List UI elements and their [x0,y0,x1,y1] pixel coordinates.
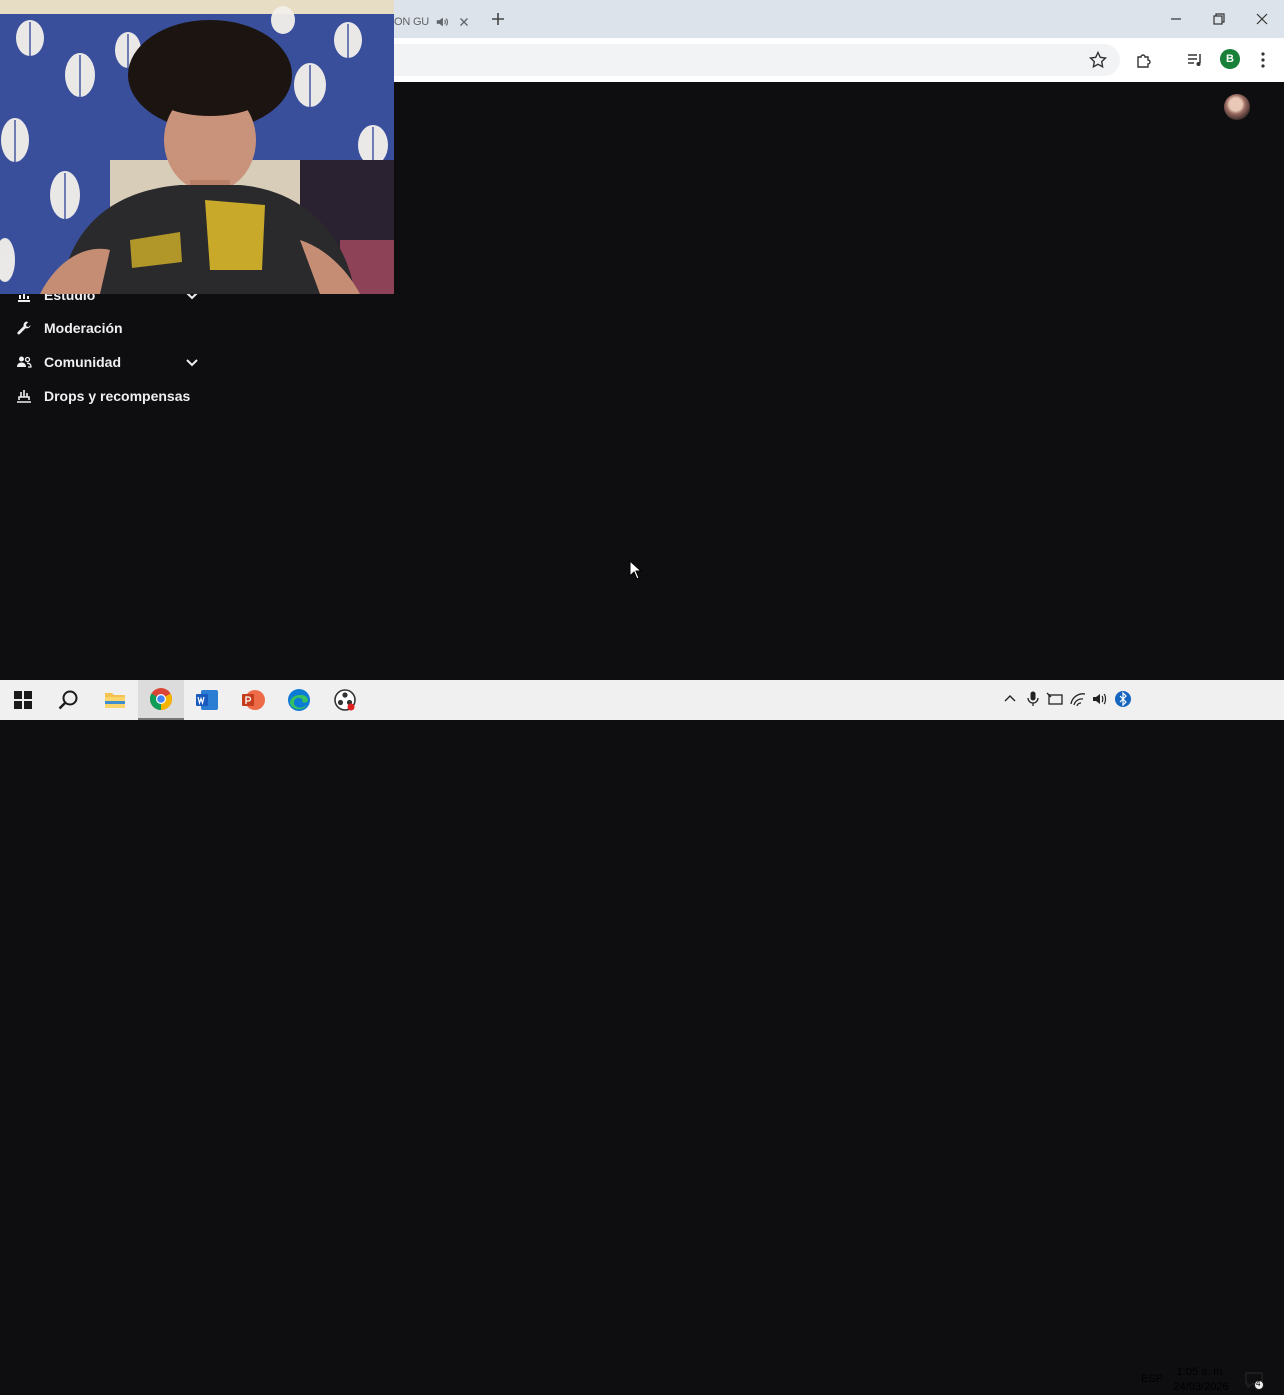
wifi-icon[interactable] [1069,690,1087,708]
chevron-up-icon[interactable] [1001,690,1019,708]
address-bar[interactable] [380,44,1120,76]
star-icon[interactable] [1087,49,1109,71]
powerpoint-icon [242,690,265,710]
bluetooth-icon[interactable] [1114,690,1132,708]
windows-start-button[interactable] [0,680,46,720]
extensions-icon[interactable] [1134,49,1156,71]
clock-date: 24/03/2026 [1173,1381,1229,1393]
browser-tab[interactable]: ON GU [394,6,478,38]
chrome-button[interactable] [138,680,184,720]
microphone-icon[interactable] [1024,690,1042,708]
obs-icon [334,689,356,711]
mouse-cursor-icon [629,560,643,580]
taskbar: ESP 1:05 a. m. 24/03/2026 4 [0,680,1284,1393]
search-icon [58,690,78,710]
notification-count: 4 [1256,1379,1261,1388]
speaker-icon[interactable] [435,15,449,29]
file-explorer-button[interactable] [92,680,138,720]
sidebar-item-comunidad[interactable]: Comunidad [16,350,198,374]
webcam-video [0,0,394,294]
restore-icon[interactable] [1208,8,1230,30]
notification-icon [1245,1372,1264,1390]
clock-time: 1:05 a. m. [1176,1366,1226,1378]
file-explorer-icon [105,693,125,708]
notification-center-button[interactable]: 4 [1244,1370,1264,1390]
plus-icon[interactable] [488,9,508,29]
sidebar-item-label: Moderación [44,320,123,336]
close-icon[interactable] [1251,8,1273,30]
sidebar-item-label: Comunidad [44,354,121,370]
tablet-icon[interactable] [1046,690,1064,708]
webcam-overlay [0,0,394,294]
chevron-down-icon[interactable] [184,354,200,370]
close-tab-icon[interactable] [457,15,471,29]
chrome-icon [150,688,172,710]
obs-button[interactable] [322,680,368,720]
profile-avatar[interactable]: B [1220,49,1240,69]
language-indicator[interactable]: ESP [1141,1373,1163,1385]
powerpoint-button[interactable] [230,680,276,720]
drops-icon [17,390,31,403]
edge-icon [288,689,310,711]
sidebar-item-drops[interactable]: Drops y recompensas [16,384,190,408]
windows-start-icon [14,691,32,709]
system-clock[interactable]: 1:05 a. m. 24/03/2026 [1166,1365,1236,1395]
user-avatar[interactable] [1224,94,1250,120]
tab-title: ON GU [394,16,430,28]
volume-icon[interactable] [1091,690,1109,708]
wrench-icon [17,321,31,335]
more-menu-icon[interactable] [1252,49,1274,71]
minimize-icon[interactable] [1165,8,1187,30]
people-icon [17,356,32,368]
media-control-icon[interactable] [1184,49,1206,71]
sidebar-item-moderacion[interactable]: Moderación [16,316,123,340]
profile-initial: B [1226,53,1234,65]
sidebar-item-label: Drops y recompensas [44,388,191,404]
word-button[interactable] [184,680,230,720]
search-button[interactable] [45,680,91,720]
word-icon [196,690,218,710]
edge-button[interactable] [276,680,322,720]
